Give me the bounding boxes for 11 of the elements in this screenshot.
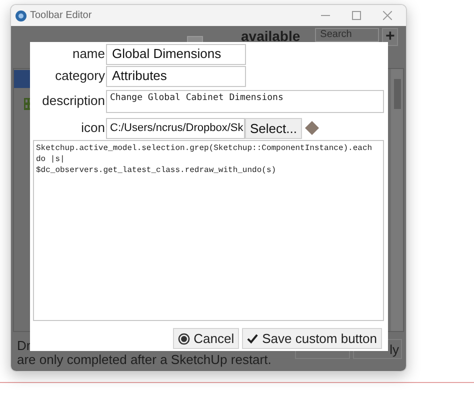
code-line: Sketchup.active_model.selection.grep(Sketchup::ComponentInstance).each bbox=[36, 143, 374, 154]
field-label: icon bbox=[80, 119, 106, 138]
field-label: name bbox=[71, 45, 106, 64]
field-label: description bbox=[41, 92, 106, 110]
code-line: do |s| bbox=[36, 154, 66, 165]
window-title: Toolbar Editor bbox=[30, 9, 92, 23]
footer-note: are only completed after a SketchUp restart. bbox=[17, 353, 272, 367]
section-heading: available bbox=[241, 29, 300, 43]
code-line: $dc_observers.get_latest_class.redraw_with_undo(s) bbox=[36, 165, 278, 176]
footer-text: Dr bbox=[17, 339, 31, 353]
field-label: category bbox=[54, 67, 106, 86]
